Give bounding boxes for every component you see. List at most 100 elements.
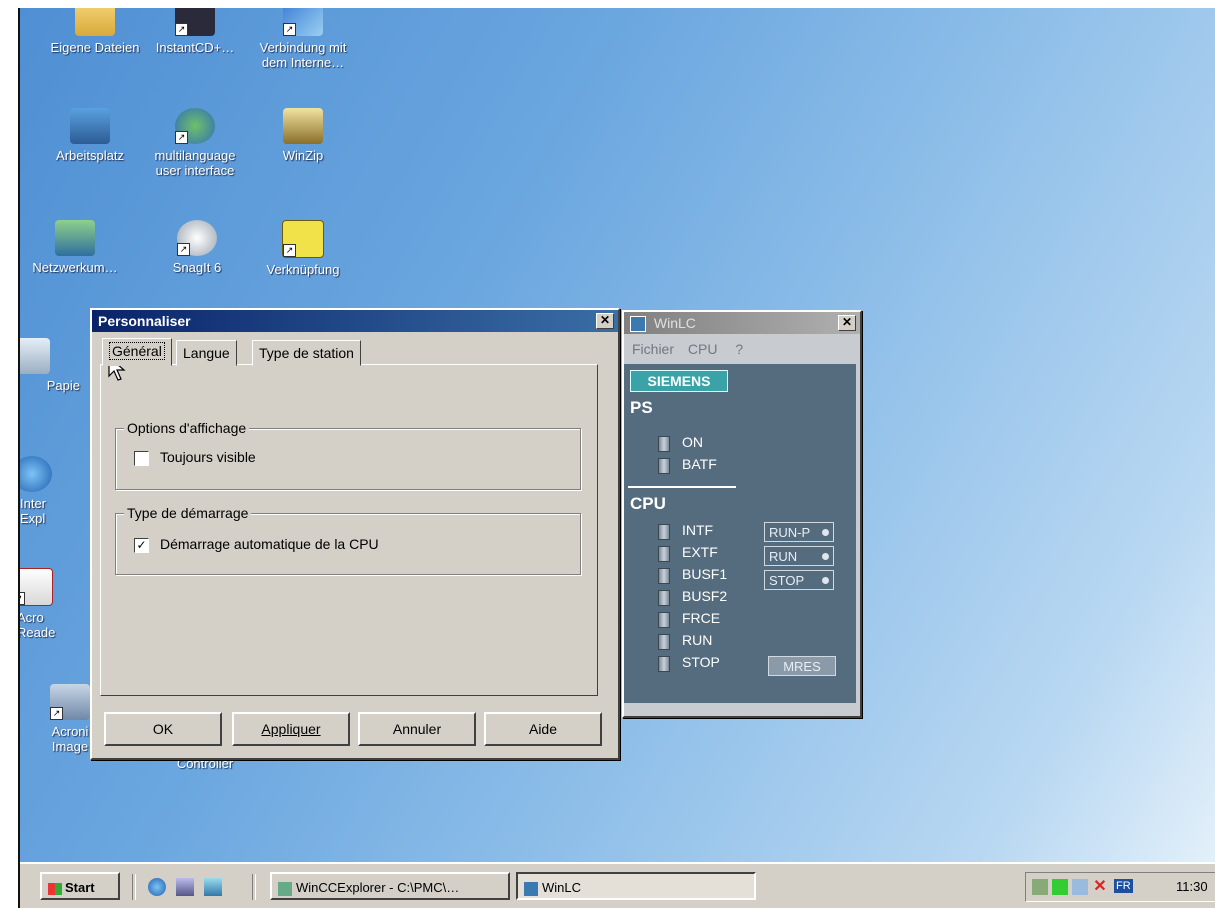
tab-type-de-station[interactable]: Type de station bbox=[252, 340, 361, 366]
winlc-window: WinLC ✕ Fichier CPU ? SIEMENS PS ON BATF… bbox=[622, 310, 862, 718]
winlc-taskbar-icon bbox=[524, 881, 538, 896]
dialog-titlebar: Personnaliser ✕ bbox=[92, 310, 618, 332]
auto-start-cpu-checkbox[interactable]: ✓ bbox=[134, 538, 149, 553]
close-icon: ✕ bbox=[841, 315, 853, 329]
ie-quicklaunch-icon[interactable] bbox=[148, 878, 166, 896]
desktop-icon-label: Inter Expl bbox=[20, 496, 47, 526]
computer-icon bbox=[70, 108, 110, 144]
explorer-quicklaunch-icon[interactable] bbox=[204, 878, 222, 896]
folder-icon bbox=[75, 8, 115, 36]
acronis-icon: ↗ bbox=[50, 684, 90, 720]
mres-button[interactable]: MRES bbox=[768, 656, 836, 676]
led-intf bbox=[658, 524, 670, 540]
taskbar-item-winccexplorer[interactable]: WinCCExplorer - C:\PMC\… bbox=[270, 872, 510, 900]
mode-indicator-icon bbox=[822, 553, 829, 560]
led-run bbox=[658, 634, 670, 650]
menu-cpu[interactable]: CPU bbox=[688, 341, 718, 357]
led-busf2 bbox=[658, 590, 670, 606]
shortcut-icon: ↗ bbox=[282, 220, 324, 258]
mode-indicator-icon bbox=[822, 577, 829, 584]
clock[interactable]: 11:30 bbox=[1176, 879, 1208, 894]
siemens-logo: SIEMENS bbox=[630, 370, 728, 392]
language-indicator[interactable]: FR bbox=[1114, 879, 1133, 893]
ie-icon bbox=[20, 456, 52, 492]
desktop-icon-label: Verknüpfung bbox=[266, 262, 340, 277]
menu-fichier[interactable]: Fichier bbox=[632, 341, 674, 357]
winlc-title: WinLC bbox=[653, 315, 696, 331]
acrobat-icon: ↗ bbox=[20, 568, 53, 606]
desktop-icon-papierkorb[interactable]: Papie bbox=[20, 338, 80, 393]
network-tray-icon[interactable] bbox=[1032, 879, 1048, 895]
desktop-icon-instantcd[interactable]: ↗ InstantCD+… bbox=[140, 8, 250, 55]
desktop-icon-internet-explorer[interactable]: Inter Expl bbox=[20, 456, 82, 526]
mode-run-p-button[interactable]: RUN-P bbox=[764, 522, 834, 542]
apply-button[interactable]: Appliquer bbox=[232, 712, 350, 746]
mode-run-button[interactable]: RUN bbox=[764, 546, 834, 566]
system-tray: ✕ FR 11:30 bbox=[1025, 872, 1215, 902]
checkbox-label: Démarrage automatique de la CPU bbox=[160, 536, 379, 552]
ps-label: PS bbox=[630, 398, 653, 417]
sql-tray-icon[interactable] bbox=[1052, 879, 1068, 895]
led-busf1 bbox=[658, 568, 670, 584]
desktop-icon-arbeitsplatz[interactable]: Arbeitsplatz bbox=[35, 108, 145, 163]
desktop-icon-snagit[interactable]: ↗ SnagIt 6 bbox=[142, 220, 252, 275]
wincc-icon bbox=[278, 881, 292, 896]
taskbar-divider bbox=[252, 874, 256, 900]
tab-general[interactable]: Général bbox=[102, 338, 172, 366]
desktop-icon-label: Papie bbox=[46, 378, 80, 393]
winzip-icon bbox=[283, 108, 323, 144]
connection-icon: ↗ bbox=[283, 8, 323, 36]
panel-divider bbox=[628, 486, 736, 488]
led-on bbox=[658, 436, 670, 452]
windows-flag-icon bbox=[48, 882, 62, 895]
always-visible-checkbox[interactable] bbox=[134, 451, 149, 466]
close-button[interactable]: ✕ bbox=[596, 313, 614, 329]
tab-langue[interactable]: Langue bbox=[176, 340, 237, 366]
led-frce bbox=[658, 612, 670, 628]
startup-type-group: Type de démarrage ✓ Démarrage automatiqu… bbox=[115, 505, 581, 575]
winlc-close-button[interactable]: ✕ bbox=[838, 315, 856, 331]
winlc-menubar: Fichier CPU ? bbox=[624, 334, 860, 364]
help-button[interactable]: Aide bbox=[484, 712, 602, 746]
group-label: Options d'affichage bbox=[124, 420, 250, 436]
ok-button[interactable]: OK bbox=[104, 712, 222, 746]
menu-help[interactable]: ? bbox=[735, 341, 743, 357]
desktop-icon-verbindung[interactable]: ↗ Verbindung mit dem Interne… bbox=[248, 8, 358, 70]
disconnected-tray-icon[interactable]: ✕ bbox=[1092, 879, 1108, 895]
taskbar-divider bbox=[132, 874, 136, 900]
desktop-icon-verknuepfung[interactable]: ↗ Verknüpfung bbox=[248, 220, 358, 277]
desktop-quicklaunch-icon[interactable] bbox=[176, 878, 194, 896]
snagit-icon: ↗ bbox=[177, 220, 217, 256]
group-label: Type de démarrage bbox=[124, 505, 252, 521]
display-options-group: Options d'affichage Toujours visible bbox=[115, 420, 581, 490]
cpu-label: CPU bbox=[630, 494, 666, 513]
checkbox-label: Toujours visible bbox=[160, 449, 256, 465]
desktop-icon-label: Arbeitsplatz bbox=[56, 148, 124, 163]
mode-indicator-icon bbox=[822, 529, 829, 536]
desktop-icon-label: WinZip bbox=[282, 148, 324, 163]
instantcd-icon: ↗ bbox=[175, 8, 215, 36]
desktop-icon-acrobat[interactable]: ↗ Acro Reade bbox=[18, 568, 82, 640]
desktop-icon-netzwerk[interactable]: Netzwerkum… bbox=[20, 220, 130, 275]
winlc-app-icon bbox=[630, 316, 646, 333]
desktop-icon-label: Netzwerkum… bbox=[32, 260, 118, 275]
desktop-icon-multilanguage[interactable]: ↗ multilanguage user interface bbox=[140, 108, 250, 178]
network-icon bbox=[55, 220, 95, 256]
led-extf bbox=[658, 546, 670, 562]
taskbar: Start WinCCExplorer - C:\PMC\… WinLC ✕ F… bbox=[20, 862, 1215, 908]
mode-stop-button[interactable]: STOP bbox=[764, 570, 834, 590]
desktop-icon-label: Verbindung mit dem Interne… bbox=[259, 40, 347, 70]
close-icon: ✕ bbox=[599, 313, 611, 327]
desktop-icon-label: Acro Reade bbox=[18, 610, 56, 640]
desktop-icon-winzip[interactable]: WinZip bbox=[248, 108, 358, 163]
desktop-icon-eigene-dateien[interactable]: Eigene Dateien bbox=[40, 8, 150, 55]
desktop-icon-label: Eigene Dateien bbox=[50, 40, 140, 55]
personnaliser-dialog: Personnaliser ✕ Options d'affichage Touj… bbox=[90, 308, 620, 760]
start-button[interactable]: Start bbox=[40, 872, 120, 900]
desktop-icon-label: InstantCD+… bbox=[155, 40, 235, 55]
cancel-button[interactable]: Annuler bbox=[358, 712, 476, 746]
globe-icon: ↗ bbox=[175, 108, 215, 144]
taskbar-item-winlc[interactable]: WinLC bbox=[516, 872, 756, 900]
connection-tray-icon[interactable] bbox=[1072, 879, 1088, 895]
desktop-screen: Eigene Dateien ↗ InstantCD+… ↗ Verbindun… bbox=[18, 8, 1215, 908]
